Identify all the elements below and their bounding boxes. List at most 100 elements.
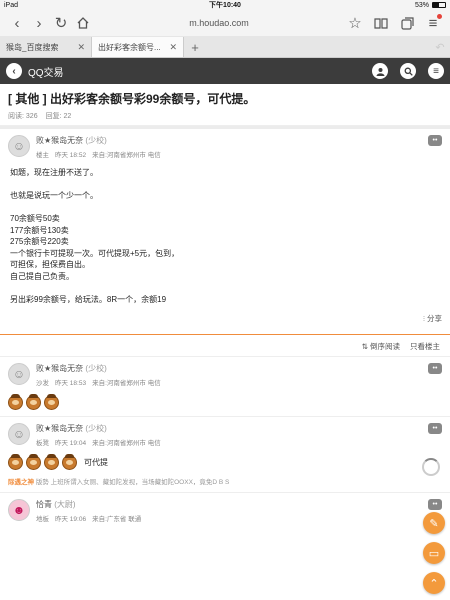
reply-bubble-icon[interactable]: •• bbox=[428, 135, 442, 146]
username[interactable]: 败★猴岛无奈 bbox=[36, 364, 83, 373]
post-line bbox=[10, 202, 442, 214]
reply-bubble-icon[interactable]: •• bbox=[428, 423, 442, 434]
tab-bar: 猴岛_百度搜索 ✕ 出好彩客余额号... ✕ + ↶ bbox=[0, 36, 450, 58]
back-circle-icon[interactable]: ‹ bbox=[6, 63, 22, 79]
monkey-emoji-icon bbox=[8, 454, 23, 470]
share-label: 分享 bbox=[427, 314, 442, 323]
monkey-emoji-icon bbox=[44, 394, 59, 410]
clock: 下午10:40 bbox=[209, 2, 241, 9]
reply-post: ☺ 败★猴岛无奈 (少校) 沙发 昨天 18:53 来自:河南省郑州市 电信 •… bbox=[0, 357, 450, 416]
reply-bubble-icon[interactable]: •• bbox=[428, 499, 442, 510]
status-bar: iPad 下午10:40 53% bbox=[0, 0, 450, 10]
close-tab-icon[interactable]: ✕ bbox=[169, 42, 177, 53]
main-post: ☺ 败★猴岛无奈 (少校) 楼主 昨天 18:52 来自:河南省郑州市 电信 •… bbox=[0, 129, 450, 330]
scroll-top-fab-icon[interactable]: ⌃ bbox=[423, 572, 445, 594]
forward-icon[interactable]: › bbox=[28, 12, 50, 34]
post-line: 70余额号50卖 bbox=[10, 214, 60, 223]
post-line: 177余额号130卖 bbox=[10, 225, 69, 235]
username[interactable]: 恰青 bbox=[36, 500, 52, 509]
signature: 际遇之神 版勢 上班所谓入女厕、藏如陀发视，当场藏如陀OOXX，竟免D B S bbox=[8, 476, 442, 486]
reply-post: ☻ 恰青 (大尉) 地板 昨天 19:06 来自:广东省 联通 •• bbox=[0, 493, 450, 529]
user-level: (少校) bbox=[85, 136, 107, 145]
new-tab-icon[interactable]: + bbox=[184, 37, 206, 57]
battery-icon bbox=[432, 2, 446, 8]
menu-circle-icon[interactable]: ≡ bbox=[428, 63, 444, 79]
reply-text: 可代提 bbox=[84, 458, 108, 467]
floor-label: 沙发 bbox=[36, 380, 49, 387]
monkey-emoji-icon bbox=[44, 454, 59, 470]
monkey-emoji-icon bbox=[62, 454, 77, 470]
user-level: (少校) bbox=[85, 364, 107, 373]
post-body: 如题，现在注册不送了。 也就是说玩一个少一个。 70余额号50卖 177余额号1… bbox=[8, 167, 442, 305]
avatar[interactable]: ☺ bbox=[8, 135, 30, 157]
back-icon[interactable]: ‹ bbox=[6, 12, 28, 34]
share-button[interactable]: ⫶ 分享 bbox=[8, 313, 442, 324]
post-time: 昨天 19:04 bbox=[55, 440, 87, 447]
user-level: (少校) bbox=[85, 424, 107, 433]
user-icon[interactable] bbox=[372, 63, 388, 79]
replies-stat: 回复: 22 bbox=[46, 111, 72, 121]
undo-icon[interactable]: ↶ bbox=[430, 37, 450, 57]
post-line: 也就是说玩一个少一个。 bbox=[10, 191, 98, 200]
reply-bubble-icon[interactable]: •• bbox=[428, 363, 442, 374]
views-count: 326 bbox=[25, 113, 38, 120]
reply-post: ☺ 败★猴岛无奈 (少校) 板凳 昨天 19:04 来自:河南省郑州市 电信 •… bbox=[0, 417, 450, 492]
tab-label: 猴岛_百度搜索 bbox=[6, 42, 59, 52]
replies-label: 回复: bbox=[45, 113, 62, 120]
menu-icon[interactable]: ≡ bbox=[422, 12, 444, 34]
username[interactable]: 败★猴岛无奈 bbox=[36, 136, 83, 145]
comment-fab-icon[interactable]: ▭ bbox=[423, 542, 445, 564]
post-line: 另出彩99余额号，给玩法。8R一个，余额19 bbox=[10, 294, 167, 304]
post-location: 来自:河南省郑州市 电信 bbox=[92, 380, 161, 387]
floor-label: 板凳 bbox=[36, 440, 49, 447]
post-line: 一个银行卡可提现一次。可代提现+5元，包到， bbox=[10, 248, 180, 258]
reverse-order-label: 倒序阅读 bbox=[370, 342, 400, 351]
username[interactable]: 败★猴岛无奈 bbox=[36, 424, 83, 433]
sort-icon: ⇅ bbox=[361, 342, 368, 351]
thread-title-text: 出好彩客余额号彩99余额号，可代提。 bbox=[46, 92, 256, 106]
reload-icon[interactable]: ↻ bbox=[50, 12, 72, 34]
close-tab-icon[interactable]: ✕ bbox=[77, 42, 85, 53]
avatar[interactable]: ☺ bbox=[8, 423, 30, 445]
monkey-emoji-icon bbox=[26, 454, 41, 470]
address-bar[interactable]: m.houdao.com bbox=[94, 18, 344, 28]
avatar[interactable]: ☻ bbox=[8, 499, 30, 521]
site-title: QQ交易 bbox=[28, 67, 64, 79]
post-line: 可担保，担保费自出。 bbox=[10, 260, 90, 269]
post-line: 如题，现在注册不送了。 bbox=[10, 168, 98, 177]
post-location: 来自:广东省 联通 bbox=[92, 516, 142, 523]
post-line: 自己提自己负责。 bbox=[10, 271, 74, 281]
signature-text: 版勢 上班所谓入女厕、藏如陀发视，当场藏如陀OOXX，竟免D B S bbox=[35, 479, 230, 486]
reader-icon[interactable] bbox=[370, 12, 392, 34]
views-label: 阅读: bbox=[8, 113, 24, 120]
edit-fab-icon[interactable]: ✎ bbox=[423, 512, 445, 534]
tab-current[interactable]: 出好彩客余额号... ✕ bbox=[92, 37, 184, 57]
floor-label: 楼主 bbox=[36, 152, 49, 159]
post-time: 昨天 18:52 bbox=[55, 152, 87, 159]
share-icon: ⫶ bbox=[423, 314, 425, 323]
post-time: 昨天 18:53 bbox=[55, 380, 87, 387]
emoji-row: 可代提 bbox=[8, 454, 442, 470]
tab-label: 出好彩客余额号... bbox=[98, 42, 161, 52]
post-line: 275余额号220卖 bbox=[10, 237, 69, 246]
thread-category[interactable]: [ 其他 ] bbox=[8, 92, 47, 106]
home-icon[interactable] bbox=[72, 12, 94, 34]
signature-tag: 际遇之神 bbox=[8, 479, 34, 486]
search-icon[interactable] bbox=[400, 63, 416, 79]
post-line bbox=[10, 179, 442, 191]
browser-toolbar: ‹ › ↻ m.houdao.com ☆ ≡ bbox=[0, 10, 450, 36]
site-header: ‹ QQ交易 ≡ bbox=[0, 58, 450, 84]
replies-count: 22 bbox=[63, 113, 72, 120]
user-level: (大尉) bbox=[54, 500, 76, 509]
star-icon[interactable]: ☆ bbox=[344, 12, 366, 34]
tab-baidu[interactable]: 猴岛_百度搜索 ✕ bbox=[0, 37, 92, 57]
post-location: 来自:河南省郑州市 电信 bbox=[92, 152, 161, 159]
loading-spinner-icon bbox=[422, 458, 440, 476]
post-line bbox=[10, 282, 442, 294]
tabs-icon[interactable] bbox=[396, 12, 418, 34]
reverse-order-button[interactable]: ⇅ 倒序阅读 bbox=[362, 341, 400, 352]
avatar[interactable]: ☺ bbox=[8, 363, 30, 385]
monkey-emoji-icon bbox=[26, 394, 41, 410]
sort-bar: ⇅ 倒序阅读 只看楼主 bbox=[0, 335, 450, 357]
op-only-button[interactable]: 只看楼主 bbox=[410, 341, 440, 352]
